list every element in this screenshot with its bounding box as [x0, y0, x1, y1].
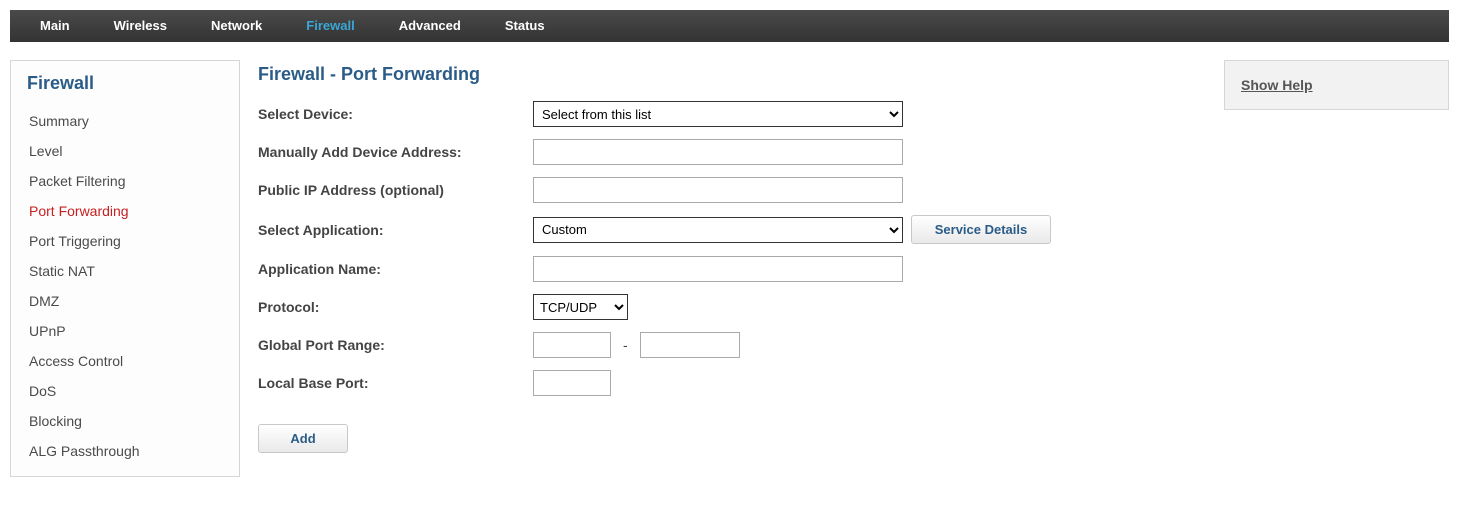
nav-status[interactable]: Status — [483, 10, 567, 42]
page-title: Firewall - Port Forwarding — [258, 64, 1202, 85]
main-content: Firewall - Port Forwarding Select Device… — [252, 60, 1212, 463]
sidebar-item-dmz[interactable]: DMZ — [27, 286, 223, 316]
global-port-end-input[interactable] — [640, 332, 740, 358]
label-select-application: Select Application: — [258, 222, 533, 238]
service-details-button[interactable]: Service Details — [911, 215, 1051, 244]
sidebar-item-dos[interactable]: DoS — [27, 376, 223, 406]
global-port-start-input[interactable] — [533, 332, 611, 358]
sidebar-title: Firewall — [27, 69, 223, 106]
label-select-device: Select Device: — [258, 106, 533, 122]
sidebar-item-packet-filtering[interactable]: Packet Filtering — [27, 166, 223, 196]
help-panel: Show Help — [1224, 60, 1449, 110]
application-name-input[interactable] — [533, 256, 903, 282]
local-base-port-input[interactable] — [533, 370, 611, 396]
protocol-dropdown[interactable]: TCP/UDP — [533, 294, 628, 320]
sidebar-item-static-nat[interactable]: Static NAT — [27, 256, 223, 286]
show-help-link[interactable]: Show Help — [1241, 77, 1313, 93]
label-application-name: Application Name: — [258, 261, 533, 277]
public-ip-input[interactable] — [533, 177, 903, 203]
sidebar-item-port-forwarding[interactable]: Port Forwarding — [27, 196, 223, 226]
nav-firewall[interactable]: Firewall — [284, 10, 376, 42]
nav-main[interactable]: Main — [18, 10, 92, 42]
nav-advanced[interactable]: Advanced — [377, 10, 483, 42]
label-global-port-range: Global Port Range: — [258, 337, 533, 353]
sidebar-item-blocking[interactable]: Blocking — [27, 406, 223, 436]
sidebar: Firewall Summary Level Packet Filtering … — [10, 60, 240, 477]
sidebar-item-alg-passthrough[interactable]: ALG Passthrough — [27, 436, 223, 466]
label-public-ip: Public IP Address (optional) — [258, 182, 533, 198]
add-button[interactable]: Add — [258, 424, 348, 453]
label-local-base-port: Local Base Port: — [258, 375, 533, 391]
label-manual-address: Manually Add Device Address: — [258, 144, 533, 160]
sidebar-item-summary[interactable]: Summary — [27, 106, 223, 136]
port-range-dash: - — [619, 337, 632, 353]
select-device-dropdown[interactable]: Select from this list — [533, 101, 903, 127]
sidebar-item-upnp[interactable]: UPnP — [27, 316, 223, 346]
sidebar-item-port-triggering[interactable]: Port Triggering — [27, 226, 223, 256]
top-nav: Main Wireless Network Firewall Advanced … — [10, 10, 1449, 42]
sidebar-item-level[interactable]: Level — [27, 136, 223, 166]
sidebar-item-access-control[interactable]: Access Control — [27, 346, 223, 376]
nav-wireless[interactable]: Wireless — [92, 10, 189, 42]
select-application-dropdown[interactable]: Custom — [533, 217, 903, 243]
label-protocol: Protocol: — [258, 299, 533, 315]
manual-address-input[interactable] — [533, 139, 903, 165]
nav-network[interactable]: Network — [189, 10, 284, 42]
